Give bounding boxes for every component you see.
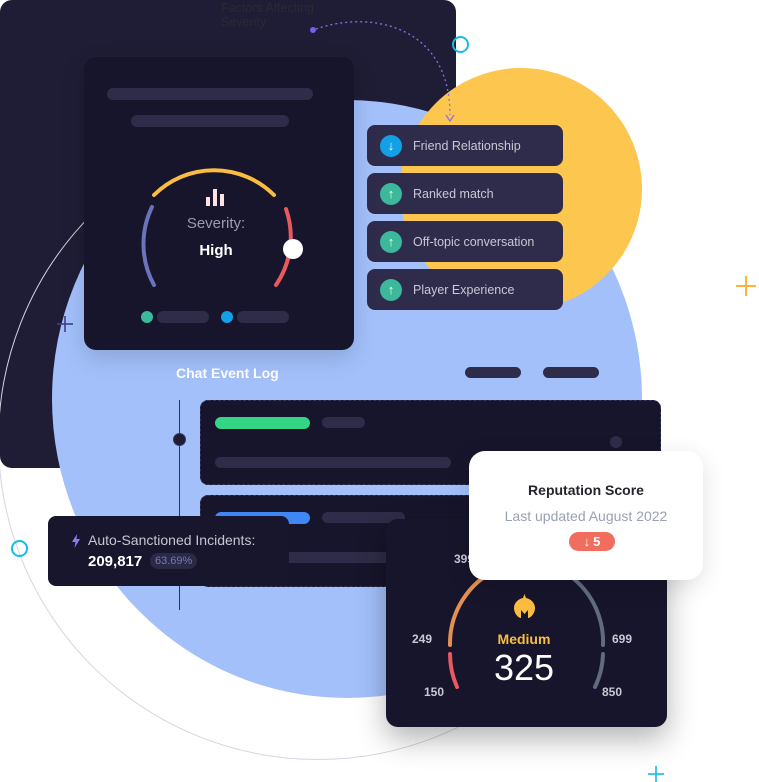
decorative-circle-icon [11,540,28,557]
factor-label: Ranked match [413,186,494,201]
arrow-up-icon: ↑ [380,230,402,253]
factor-item-friend-relationship[interactable]: ↓ Friend Relationship [367,125,563,166]
spartan-helmet-icon [514,594,535,618]
incidents-count: 209,817 [88,553,143,570]
arrow-up-icon: ↑ [380,278,402,301]
arrow-up-icon: ↑ [380,182,402,205]
plus-decoration-icon [736,276,756,296]
reputation-title: Reputation Score [528,482,644,498]
factor-item-off-topic-conversation[interactable]: ↑ Off-topic conversation [367,221,563,262]
timeline-node[interactable] [173,433,186,446]
placeholder-bar [237,311,289,323]
lightning-icon [72,534,80,548]
factor-item-player-experience[interactable]: ↑ Player Experience [367,269,563,310]
legend-dot-blue [221,311,233,323]
factor-item-ranked-match[interactable]: ↑ Ranked match [367,173,563,214]
factor-label: Friend Relationship [413,138,521,153]
bar-chart-icon [206,189,224,206]
placeholder-bar [131,115,289,127]
severity-value: High [199,242,233,259]
severity-card: Severity: High [84,57,354,350]
placeholder-bar [157,311,209,323]
placeholder-bar [215,457,451,468]
plus-decoration-icon [57,316,73,332]
event-tag [215,417,310,429]
plus-decoration-icon [648,766,664,782]
reputation-change-badge: ↓ 5 [569,532,615,551]
placeholder-bar [107,88,313,100]
placeholder-bar [322,417,365,428]
event-menu-dot[interactable] [610,436,622,448]
annotation-line-1: Factors Affecting [221,1,314,15]
incidents-label: Auto-Sanctioned Incidents: [88,532,256,548]
severity-label: Severity: [186,215,246,232]
incidents-percent-badge: 63.69% [150,553,198,569]
score-level: Medium [497,631,551,647]
factor-label: Player Experience [413,282,515,297]
chat-event-log-title: Chat Event Log [176,365,279,381]
factor-label: Off-topic conversation [413,234,535,249]
reputation-change-value: 5 [593,534,601,549]
arrow-down-icon: ↓ [380,134,402,157]
score-value: 325 [493,647,555,688]
placeholder-bar [543,367,599,378]
reputation-score-card: Reputation Score Last updated August 202… [469,451,703,580]
legend-dot-green [141,311,153,323]
auto-sanctioned-incidents-card: Auto-Sanctioned Incidents: 209,817 63.69… [48,516,289,586]
arrow-down-icon: ↓ [583,534,591,549]
placeholder-bar [465,367,521,378]
reputation-updated: Last updated August 2022 [504,508,668,524]
